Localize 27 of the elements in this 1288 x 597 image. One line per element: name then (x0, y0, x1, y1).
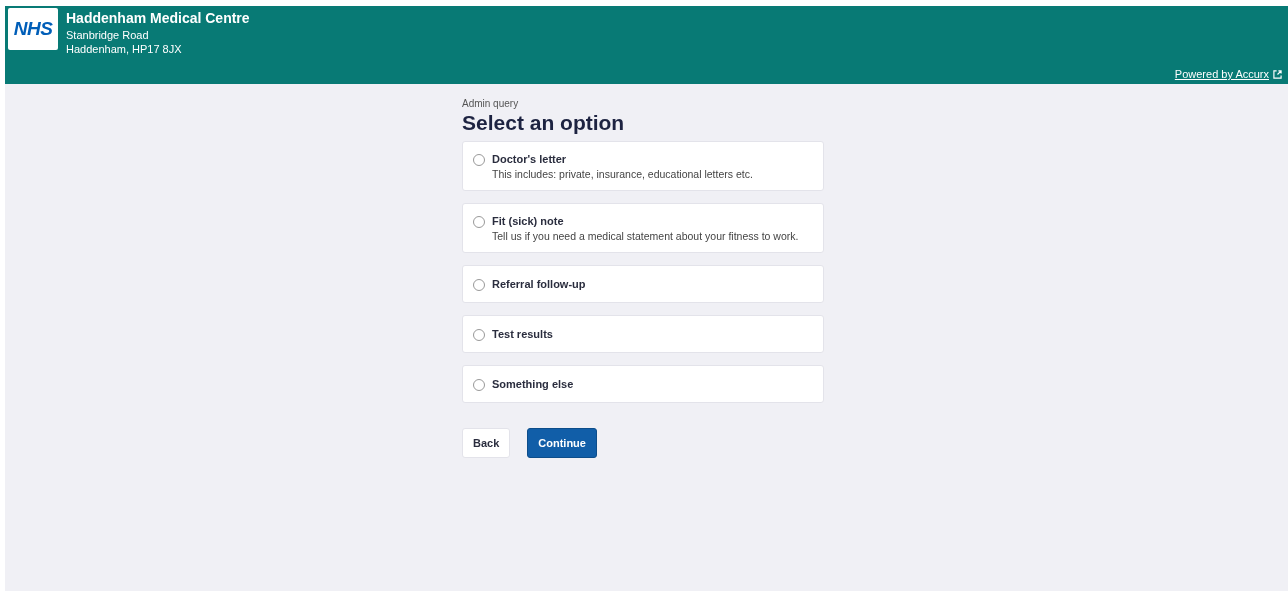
form-eyebrow: Admin query (462, 98, 520, 109)
radio-button[interactable] (473, 329, 485, 341)
option-card[interactable]: Test results (462, 315, 824, 353)
option-card[interactable]: Doctor's letter This includes: private, insurance, educational letters etc. (462, 141, 824, 191)
option-card[interactable]: Referral follow-up (462, 265, 824, 303)
option-description: This includes: private, insurance, educational letters etc. (492, 168, 753, 180)
radio-button[interactable] (473, 379, 485, 391)
radio-button[interactable] (473, 216, 485, 228)
nhs-logo: NHS (8, 8, 58, 50)
option-label: Test results (492, 328, 553, 340)
address-line: Haddenham, HP17 8JX (66, 42, 183, 56)
option-description: Tell us if you need a medical statement about your fitness to work. (492, 230, 799, 242)
option-label: Fit (sick) note (492, 215, 565, 227)
continue-button[interactable]: Continue (527, 428, 597, 458)
option-label: Something else (492, 378, 574, 390)
page-title: Select an option (462, 111, 626, 135)
option-card[interactable]: Something else (462, 365, 824, 403)
option-label: Doctor's letter (492, 153, 568, 165)
powered-by-link[interactable]: Powered by Accurx (1174, 68, 1282, 80)
external-link-icon (1273, 69, 1282, 79)
practice-name: Haddenham Medical Centre (66, 10, 250, 26)
radio-button[interactable] (473, 154, 485, 166)
back-button[interactable]: Back (462, 428, 511, 458)
radio-button[interactable] (473, 279, 485, 291)
option-label: Referral follow-up (492, 278, 586, 290)
address-line: Stanbridge Road (66, 28, 150, 42)
option-card[interactable]: Fit (sick) note Tell us if you need a medical statement about your fitness to work. (462, 203, 824, 253)
